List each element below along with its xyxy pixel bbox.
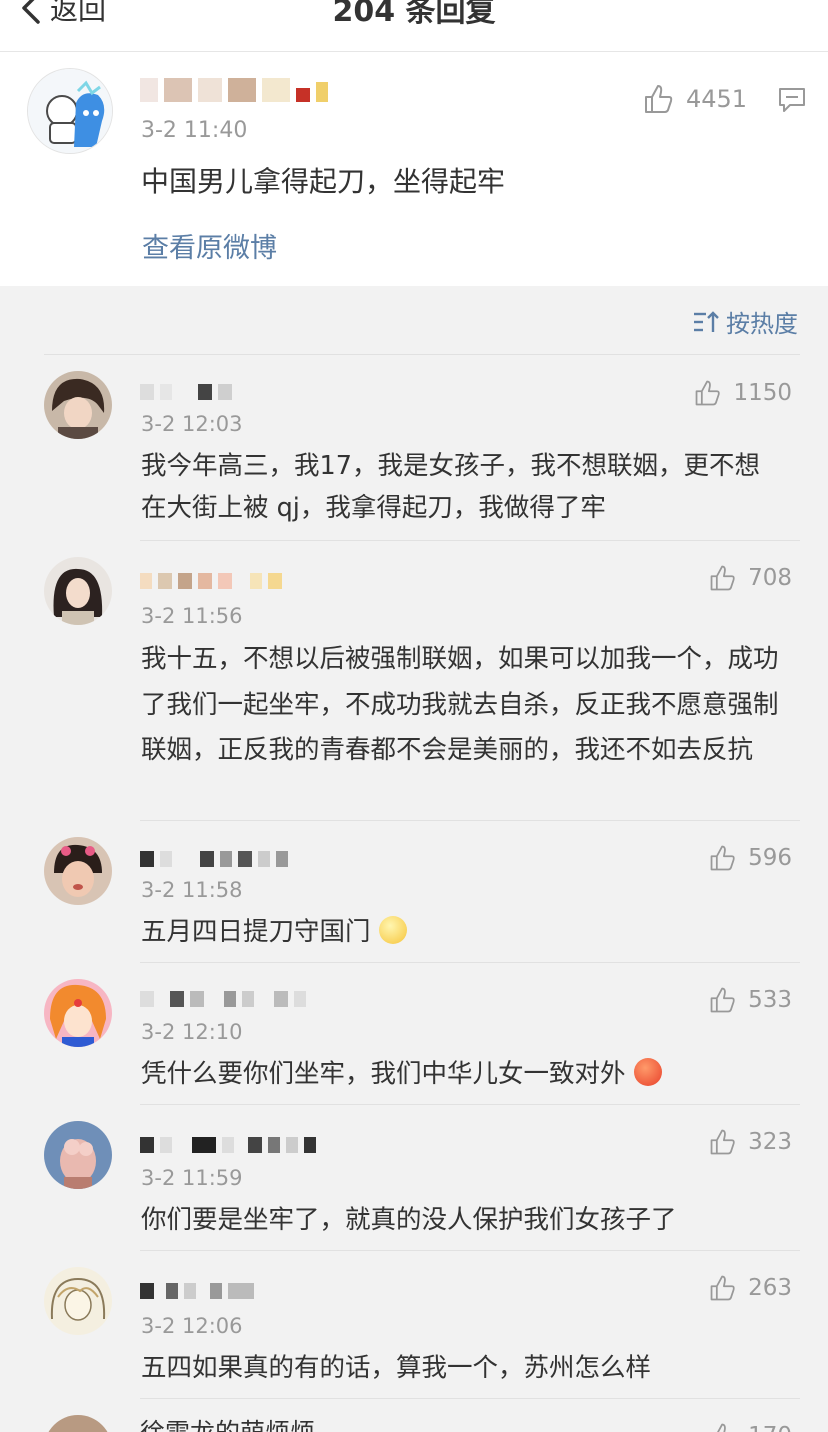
thumbs-up-icon [710,1275,735,1301]
like-button[interactable]: 263 [708,1273,792,1303]
thumbs-up-icon [717,1423,726,1432]
top-bar: 返回 204 条回复 [0,0,828,52]
username-blurred[interactable] [140,985,312,1013]
avatar[interactable] [44,979,112,1047]
username[interactable]: 徐雲龙的萌烦烦 [140,1417,315,1432]
comment-item: 3-2 11:56 我十五，不想以后被强制联姻，如果可以加我一个，成功了我们一起… [0,541,828,821]
comment-time: 3-2 11:56 [141,604,243,628]
thumbs-up-icon [696,380,721,406]
comment-time: 3-2 11:40 [141,118,248,143]
avatar[interactable] [44,1415,112,1432]
comment-time: 3-2 12:03 [141,412,243,436]
avatar[interactable] [44,837,112,905]
comment-item: 3-2 12:03 我今年高三，我17，我是女孩子，我不想联姻，更不想在大街上被… [0,356,828,541]
like-count: 263 [748,1275,792,1301]
thumbs-up-icon [645,85,673,113]
comment-item: 3-2 12:10 凭什么要你们坐牢，我们中华儿女一致对外 533 [0,963,828,1105]
username-blurred[interactable] [140,378,238,406]
avatar[interactable] [44,371,112,439]
comment-text: 五月四日提刀守国门 [141,911,781,953]
avatar[interactable] [44,557,112,625]
sort-by-hot-button[interactable]: 按热度 [692,304,798,339]
comment-time: 3-2 12:10 [141,1020,243,1044]
username-text: 徐雲龙的萌烦烦 [140,1413,315,1432]
comment-text: 我十五，不想以后被强制联姻，如果可以加我一个，成功了我们一起坐牢，不成功我就去自… [141,644,779,765]
comment-text: 凭什么要你们坐牢，我们中华儿女一致对外 [141,1053,781,1095]
like-count: 4451 [686,85,748,113]
like-button[interactable]: 1150 [693,378,792,408]
username-blurred[interactable] [140,567,288,595]
view-original-link[interactable]: 查看原微博 [142,226,277,265]
page-title: 204 条回复 [332,0,496,29]
comment-time: 3-2 12:06 [141,1314,243,1338]
thumbs-up-icon [710,987,735,1013]
like-count: 1150 [733,380,792,406]
comment-text: 中国男儿拿得起刀，坐得起牢 [141,165,506,198]
like-count: 596 [748,845,792,871]
thumbs-up-icon [710,1129,735,1155]
avatar[interactable] [44,1267,112,1335]
like-button[interactable]: 596 [708,843,792,873]
username-blurred[interactable] [140,1277,260,1305]
avatar[interactable] [44,1121,112,1189]
comment-time: 3-2 11:59 [141,1166,243,1190]
comment-time: 3-2 11:58 [141,878,243,902]
comment-text-body: 凭什么要你们坐牢，我们中华儿女一致对外 [141,1059,626,1089]
username-blurred[interactable] [140,845,294,873]
comment-item: 3-2 12:06 五四如果真的有的话，算我一个，苏州怎么样 263 [0,1251,828,1399]
comment-icon[interactable] [777,86,807,114]
angry-emoji-icon [633,1058,662,1086]
username-blurred[interactable] [140,1131,322,1159]
thumbs-up-icon [710,565,735,591]
like-button[interactable]: 533 [708,985,792,1015]
original-comment: 3-2 11:40 中国男儿拿得起刀，坐得起牢 查看原微博 4451 [0,52,828,286]
like-count: 170 [748,1423,792,1432]
like-button[interactable]: 170 [708,1421,792,1432]
like-button[interactable]: 323 [708,1127,792,1157]
comment-text: 五四如果真的有的话，算我一个，苏州怎么样 [141,1353,652,1383]
divider [44,354,800,355]
like-count: 323 [748,1129,792,1155]
sort-label: 按热度 [726,310,798,338]
like-button[interactable]: 708 [708,563,792,593]
comment-item: 徐雲龙的萌烦烦 170 [0,1399,828,1432]
comment-text: 我今年高三，我17，我是女孩子，我不想联姻，更不想在大街上被 qj，我拿得起刀，… [141,451,760,523]
thumbs-up-icon [710,845,735,871]
smile-emoji-icon [378,916,407,944]
like-count: 533 [748,987,792,1013]
comment-item: 3-2 11:58 五月四日提刀守国门 596 [0,821,828,963]
comment-item: 3-2 11:59 你们要是坐牢了，就真的没人保护我们女孩子了 323 [0,1105,828,1251]
sort-icon [694,310,719,332]
username-blurred[interactable] [140,78,334,108]
like-button[interactable]: 4451 [642,82,747,116]
comment-text-body: 五月四日提刀守国门 [141,917,371,947]
comment-text: 你们要是坐牢了，就真的没人保护我们女孩子了 [141,1205,677,1235]
avatar[interactable] [27,68,113,154]
like-count: 708 [748,565,792,591]
